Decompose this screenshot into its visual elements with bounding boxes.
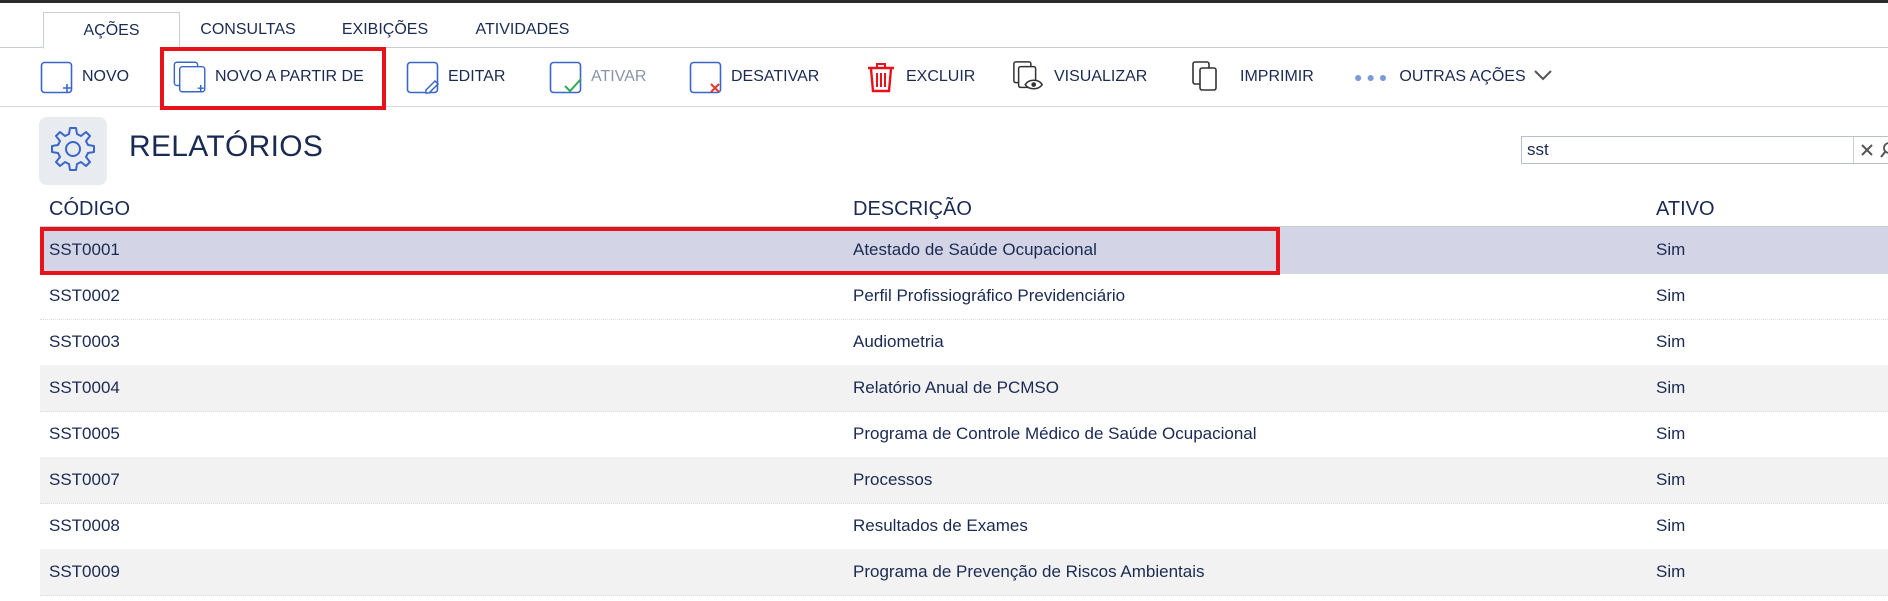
cell-descricao: Audiometria [853, 332, 944, 351]
table-row[interactable]: SST0005 Programa de Controle Médico de S… [40, 411, 1888, 458]
desativar-button[interactable]: DESATIVAR [689, 48, 819, 106]
cell-codigo: SST0004 [49, 378, 120, 397]
deactivate-x-icon [689, 60, 723, 94]
column-header-ativo[interactable]: ATIVO [1656, 198, 1715, 221]
cell-ativo: Sim [1656, 424, 1686, 443]
more-dots-icon: ●●● [1354, 69, 1392, 85]
cell-codigo: SST0003 [49, 332, 120, 351]
trash-icon [864, 60, 898, 94]
cell-ativo: Sim [1656, 470, 1686, 489]
cell-ativo: Sim [1656, 240, 1686, 259]
cell-descricao: Atestado de Saúde Ocupacional [853, 240, 1097, 259]
reports-module-icon [39, 117, 107, 185]
cell-codigo: SST0001 [49, 240, 120, 259]
edit-icon [406, 60, 440, 94]
preview-eye-icon [1012, 60, 1046, 94]
page-title: RELATÓRIOS [129, 130, 324, 163]
table-row[interactable]: SST0009 Programa de Prevenção de Riscos … [40, 549, 1888, 596]
cell-descricao: Processos [853, 470, 933, 489]
cell-codigo: SST0005 [49, 424, 120, 443]
cell-descricao: Programa de Prevenção de Riscos Ambienta… [853, 562, 1205, 581]
table-row[interactable]: SST0001 Atestado de Saúde Ocupacional Si… [40, 227, 1888, 274]
table-row[interactable]: SST0004 Relatório Anual de PCMSO Sim [40, 365, 1888, 412]
cell-descricao: Programa de Controle Médico de Saúde Ocu… [853, 424, 1257, 443]
novo-button[interactable]: NOVO [40, 48, 129, 106]
table-row[interactable]: SST0002 Perfil Profissiográfico Previden… [40, 273, 1888, 320]
cell-codigo: SST0002 [49, 286, 120, 305]
activate-check-icon [549, 60, 583, 94]
table-row[interactable]: SST0007 Processos Sim [40, 457, 1888, 504]
search-box [1521, 136, 1888, 164]
cell-ativo: Sim [1656, 332, 1686, 351]
cell-descricao: Relatório Anual de PCMSO [853, 378, 1059, 397]
ativar-button[interactable]: ATIVAR [549, 48, 646, 106]
tab-consultas[interactable]: CONSULTAS [190, 12, 306, 48]
cell-ativo: Sim [1656, 562, 1686, 581]
search-icon[interactable] [1880, 137, 1888, 163]
action-toolbar: NOVO NOVO A PARTIR DE EDITAR ATIVAR DESA… [0, 48, 1888, 107]
search-input[interactable] [1525, 139, 1849, 161]
new-document-icon [40, 60, 74, 94]
copy-new-icon [173, 60, 207, 94]
tab-exibicoes[interactable]: EXIBIÇÕES [330, 12, 440, 48]
print-copies-icon [1190, 60, 1224, 94]
editar-button[interactable]: EDITAR [406, 48, 505, 106]
table-row[interactable]: SST0003 Audiometria Sim [40, 319, 1888, 366]
ribbon-tabs: AÇÕES CONSULTAS EXIBIÇÕES ATIVIDADES [0, 3, 1888, 49]
cell-ativo: Sim [1656, 286, 1686, 305]
cell-codigo: SST0008 [49, 516, 120, 535]
visualizar-button[interactable]: VISUALIZAR [1012, 48, 1147, 106]
tab-acoes[interactable]: AÇÕES [43, 12, 180, 49]
table-row[interactable]: SST0008 Resultados de Exames Sim [40, 503, 1888, 550]
table-header: CÓDIGO DESCRIÇÃO ATIVO [40, 190, 1888, 227]
chevron-down-icon [1533, 68, 1552, 86]
column-header-descricao[interactable]: DESCRIÇÃO [853, 198, 972, 221]
cell-ativo: Sim [1656, 516, 1686, 535]
outras-acoes-button[interactable]: ●●● OUTRAS AÇÕES [1354, 48, 1552, 106]
column-header-codigo[interactable]: CÓDIGO [49, 198, 130, 221]
cell-codigo: SST0009 [49, 562, 120, 581]
cell-codigo: SST0007 [49, 470, 120, 489]
cell-descricao: Perfil Profissiográfico Previdenciário [853, 286, 1126, 305]
gear-icon [49, 125, 97, 178]
excluir-button[interactable]: EXCLUIR [864, 48, 975, 106]
cell-descricao: Resultados de Exames [853, 516, 1028, 535]
tab-atividades[interactable]: ATIVIDADES [465, 12, 580, 48]
clear-search-icon[interactable] [1853, 137, 1880, 163]
imprimir-button[interactable]: IMPRIMIR [1190, 48, 1314, 106]
novo-a-partir-de-button[interactable]: NOVO A PARTIR DE [173, 48, 364, 106]
cell-ativo: Sim [1656, 378, 1686, 397]
